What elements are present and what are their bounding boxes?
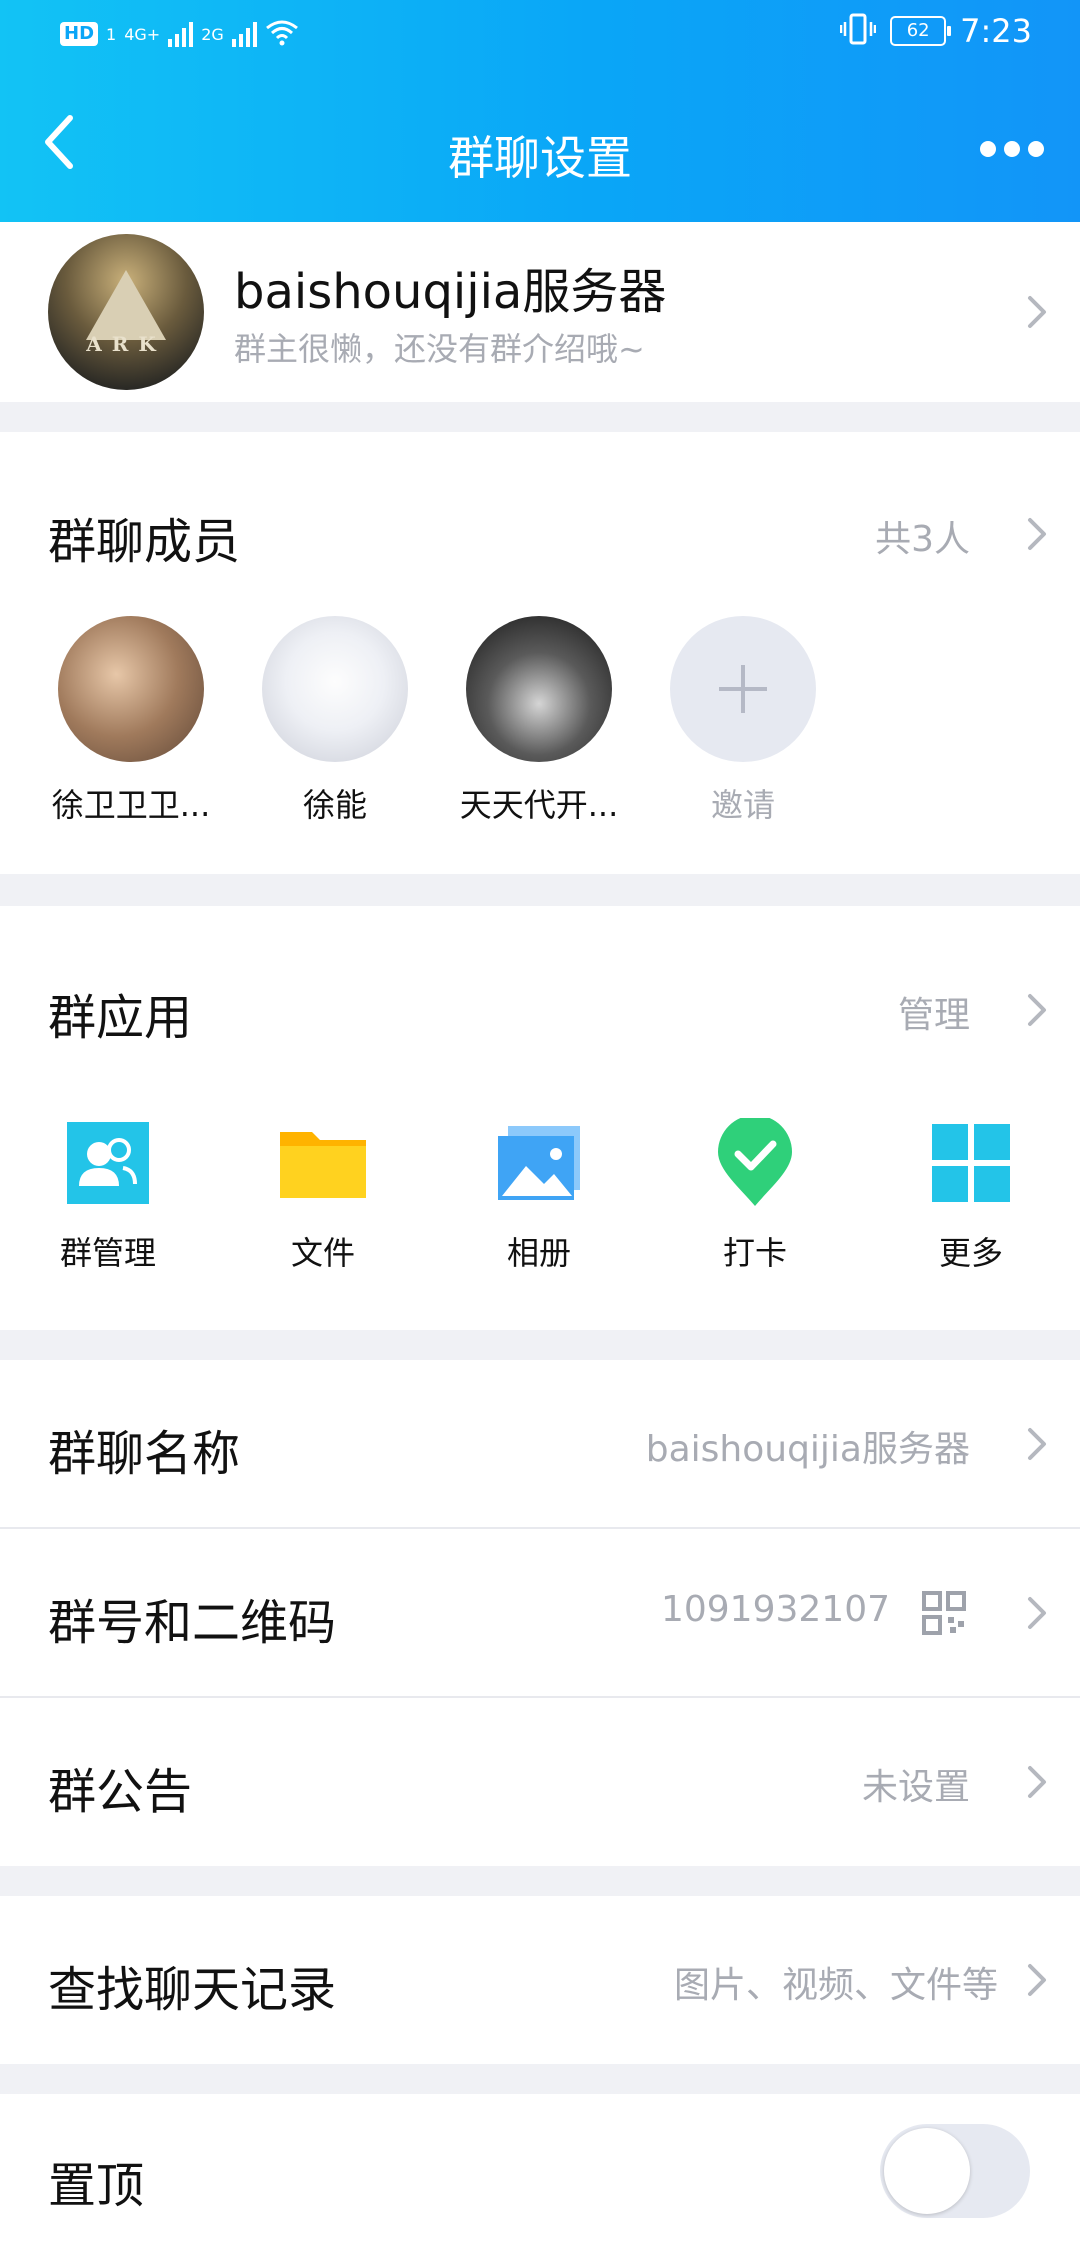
more-dot-icon xyxy=(980,141,996,157)
chevron-right-icon[interactable] xyxy=(1024,990,1052,1030)
app-label: 群管理 xyxy=(59,1234,156,1272)
app-files[interactable]: 文件 xyxy=(238,1118,408,1274)
check-in-icon xyxy=(710,1115,800,1208)
member-item[interactable]: 徐能 xyxy=(240,616,430,826)
invite-button[interactable]: 邀请 xyxy=(648,616,838,826)
members-title: 群聊成员 xyxy=(48,514,241,570)
group-name: baishouqijia服务器 xyxy=(234,264,667,320)
chevron-right-icon xyxy=(1024,1960,1052,2000)
qr-code-icon xyxy=(922,1591,966,1635)
app-label: 文件 xyxy=(290,1234,355,1272)
nav-bar: 群聊设置 xyxy=(0,74,1080,222)
member-name: 徐能 xyxy=(302,786,367,824)
chevron-right-icon xyxy=(1024,1424,1052,1464)
group-name-value: baishouqijia服务器 xyxy=(645,1429,970,1470)
group-id-label: 群号和二维码 xyxy=(48,1595,337,1651)
apps-title: 群应用 xyxy=(48,990,193,1046)
member-name: 天天代开... xyxy=(459,786,619,824)
vibrate-icon xyxy=(839,12,877,50)
status-bar: HD 1 4G+ 2G 62 7:23 xyxy=(0,0,1080,74)
members-section: 群聊成员 共3人 徐卫卫卫... 徐能 天天代开... 邀请 xyxy=(0,432,1080,874)
members-count[interactable]: 共3人 xyxy=(875,510,970,562)
app-label: 打卡 xyxy=(722,1234,787,1272)
chevron-right-icon[interactable] xyxy=(1024,514,1052,554)
folder-icon xyxy=(278,1118,368,1208)
chevron-right-icon xyxy=(1024,1593,1052,1633)
group-name-label: 群聊名称 xyxy=(48,1426,241,1482)
sim-indicator: 1 xyxy=(106,24,117,44)
more-options-button[interactable] xyxy=(972,124,1052,174)
signal-2-icon xyxy=(231,21,257,47)
network-type-2: 2G xyxy=(201,24,224,44)
photo-album-icon xyxy=(494,1118,584,1208)
hd-badge: HD xyxy=(60,22,99,46)
announcement-label: 群公告 xyxy=(48,1764,193,1820)
signal-1-icon xyxy=(168,21,194,47)
member-avatar xyxy=(58,616,204,762)
app-group-manage[interactable]: 群管理 xyxy=(23,1118,193,1274)
group-avatar: ARK xyxy=(48,234,204,390)
group-info-row[interactable]: ARK baishouqijia服务器 群主很懒，还没有群介绍哦~ xyxy=(0,222,1080,402)
app-album[interactable]: 相册 xyxy=(454,1118,624,1274)
apps-section: 群应用 管理 群管理 文件 相册 打卡 更多 xyxy=(0,906,1080,1330)
invite-label: 邀请 xyxy=(710,786,775,824)
group-manage-icon xyxy=(63,1118,153,1208)
apps-manage[interactable]: 管理 xyxy=(898,986,970,1038)
battery-icon: 62 xyxy=(890,16,952,46)
group-avatar-text: ARK xyxy=(86,332,166,356)
more-dot-icon xyxy=(1004,141,1020,157)
chevron-right-icon xyxy=(1024,1762,1052,1802)
status-left: HD 1 4G+ 2G xyxy=(60,18,299,50)
search-history-label: 查找聊天记录 xyxy=(48,1962,337,2018)
group-id-row[interactable]: 群号和二维码 1091932107 xyxy=(0,1529,1080,1697)
app-label: 更多 xyxy=(938,1234,1003,1272)
group-name-row[interactable]: 群聊名称 baishouqijia服务器 xyxy=(0,1360,1080,1528)
more-grid-icon xyxy=(926,1118,1016,1208)
app-header: HD 1 4G+ 2G 62 7:23 群聊设置 xyxy=(0,0,1080,222)
pin-top-label: 置顶 xyxy=(48,2158,145,2214)
more-dot-icon xyxy=(1028,141,1044,157)
app-label: 相册 xyxy=(506,1234,571,1272)
app-more[interactable]: 更多 xyxy=(886,1118,1056,1274)
clock: 7:23 xyxy=(960,12,1032,50)
pin-top-row: 置顶 xyxy=(0,2094,1080,2244)
wifi-icon xyxy=(265,18,299,50)
chevron-right-icon xyxy=(1024,292,1052,332)
status-right: 62 7:23 xyxy=(839,12,1032,50)
network-type-1: 4G+ xyxy=(124,24,161,44)
member-name: 徐卫卫卫... xyxy=(51,786,211,824)
announcement-value: 未设置 xyxy=(861,1767,970,1808)
member-avatar xyxy=(262,616,408,762)
member-item[interactable]: 徐卫卫卫... xyxy=(36,616,226,826)
member-item[interactable]: 天天代开... xyxy=(444,616,634,826)
group-description: 群主很懒，还没有群介绍哦~ xyxy=(234,330,645,368)
group-id-value: 1091932107 xyxy=(660,1589,890,1630)
page-title: 群聊设置 xyxy=(448,131,632,185)
announcement-row[interactable]: 群公告 未设置 xyxy=(0,1698,1080,1866)
search-history-value: 图片、视频、文件等 xyxy=(673,1965,998,2006)
add-icon xyxy=(670,616,816,762)
search-history-row[interactable]: 查找聊天记录 图片、视频、文件等 xyxy=(0,1896,1080,2064)
toggle-knob xyxy=(884,2128,970,2214)
app-check-in[interactable]: 打卡 xyxy=(670,1115,840,1274)
member-avatar xyxy=(466,616,612,762)
pin-top-toggle[interactable] xyxy=(880,2124,1030,2218)
